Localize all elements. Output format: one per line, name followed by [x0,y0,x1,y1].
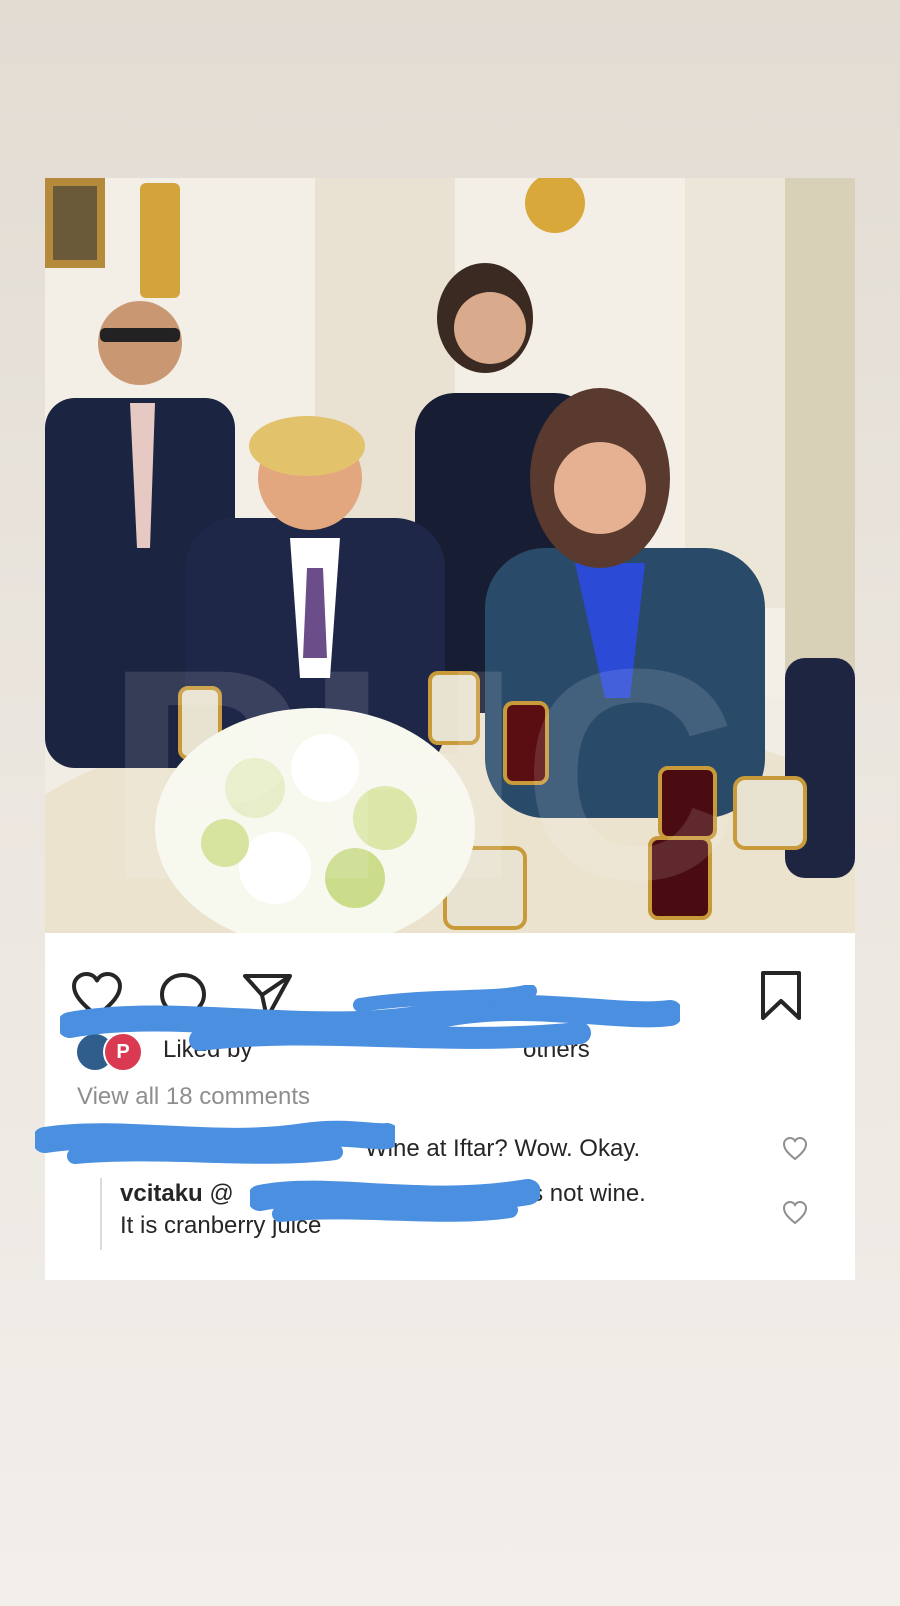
comment-button[interactable] [155,968,211,1024]
liked-by-others[interactable]: others [523,1036,590,1064]
save-button[interactable] [753,968,809,1024]
comment-like-icon[interactable] [782,1200,808,1226]
liked-by-text: Liked by others [163,1036,590,1064]
post-actions-bar [45,968,855,1028]
comment-like-icon[interactable] [782,1136,808,1162]
share-button[interactable] [240,968,296,1024]
comment-text-end: it is not wine. [507,1180,646,1207]
like-button[interactable] [69,968,125,1024]
liker-avatars: P [75,1030,153,1072]
view-all-comments-link[interactable]: View all 18 comments [77,1083,310,1111]
comment-text-line2: It is cranberry juice [120,1212,322,1239]
post-card: PHC P Liked by others View all 18 commen… [45,178,855,1280]
liked-by-prefix: Liked by [163,1036,253,1063]
avatar: P [103,1032,143,1072]
comment-text: Wine at Iftar? Wow. Okay. [365,1135,641,1162]
liked-by-row[interactable]: P Liked by others [75,1028,835,1072]
comment-username[interactable]: vcitaku [120,1180,203,1207]
post-photo-illustration: PHC [45,178,855,933]
bookmark-icon [761,971,801,1020]
svg-text:PHC: PHC [105,606,738,933]
reply-thread-line [100,1178,102,1250]
post-photo[interactable]: PHC [45,178,855,933]
heart-icon [72,972,122,1018]
reply-comment: vcitaku @ it is not wine. It is cranberr… [120,1178,760,1242]
paper-plane-icon [243,974,292,1020]
comment-mention[interactable]: @ [209,1180,233,1207]
comment-bubble-icon [160,973,206,1019]
story-background: PHC P Liked by others View all 18 commen… [0,0,900,1606]
